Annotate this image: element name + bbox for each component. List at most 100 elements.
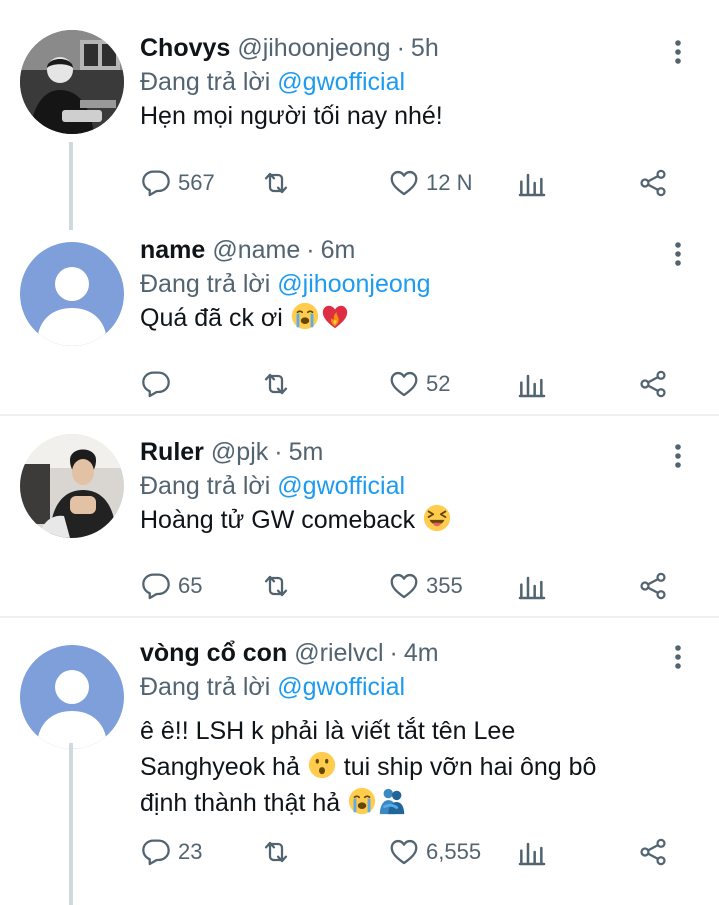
bar-chart-icon — [516, 836, 548, 868]
like-button[interactable]: 355 — [388, 568, 463, 604]
retweet-button[interactable] — [260, 165, 298, 201]
reply-context: Đang trả lời @gwofficial — [140, 670, 405, 704]
loudly-crying-face-icon — [290, 301, 320, 331]
avatar[interactable] — [20, 242, 124, 346]
reply-prefix: Đang trả lời — [140, 68, 271, 96]
tweet-text: Hoàng tử GW comeback — [140, 503, 700, 537]
tweet-text: Hẹn mọi người tối nay nhé! — [140, 99, 700, 133]
reply-mention-link[interactable]: @gwofficial — [277, 673, 405, 701]
views-button[interactable] — [516, 834, 548, 870]
separator-dot: · — [274, 438, 283, 466]
reply-button[interactable] — [140, 366, 178, 402]
like-count: 12 N — [426, 170, 473, 195]
views-button[interactable] — [516, 366, 548, 402]
display-name[interactable]: vòng cổ con — [140, 637, 287, 669]
retweet-icon — [260, 836, 292, 868]
tweet[interactable]: Ruler @pjk · 5m Đang trả lời @gwofficial… — [0, 434, 719, 616]
tweet-text-line: Sanghyeok hả tui ship vỡn hai ông bô — [140, 749, 700, 785]
reply-feed: Chovys @jihoonjeong · 5h Đang trả lời @g… — [0, 0, 719, 905]
timestamp[interactable]: 5h — [411, 32, 439, 64]
action-bar: 567 12 N — [140, 165, 680, 201]
user-handle[interactable]: @pjk — [211, 436, 268, 468]
tweet-text-fragment: định thành thật hả — [140, 789, 341, 817]
bar-chart-icon — [516, 570, 548, 602]
share-button[interactable] — [637, 366, 669, 402]
share-button[interactable] — [637, 834, 669, 870]
user-handle[interactable]: @name — [212, 234, 300, 266]
display-name[interactable]: name — [140, 234, 205, 266]
thread-line — [69, 743, 73, 905]
reply-count: 23 — [178, 839, 203, 864]
avatar[interactable] — [20, 30, 124, 134]
separator-dot: · — [389, 639, 398, 667]
avatar[interactable] — [20, 645, 124, 749]
more-options-icon[interactable] — [668, 38, 688, 66]
reply-button[interactable]: 23 — [140, 834, 202, 870]
avatar[interactable] — [20, 434, 124, 538]
display-name[interactable]: Chovys — [140, 32, 230, 64]
reply-icon — [140, 368, 172, 400]
share-icon — [637, 368, 669, 400]
like-button[interactable]: 12 N — [388, 165, 472, 201]
tweet[interactable]: name @name · 6m Đang trả lời @jihoonjeon… — [0, 232, 719, 414]
reply-button[interactable]: 65 — [140, 568, 202, 604]
retweet-button[interactable] — [260, 834, 298, 870]
retweet-button[interactable] — [260, 568, 298, 604]
reply-icon — [140, 570, 172, 602]
reply-context: Đang trả lời @gwofficial — [140, 65, 405, 99]
share-icon — [637, 570, 669, 602]
like-count: 52 — [426, 371, 451, 396]
action-bar: 52 — [140, 366, 680, 402]
reply-mention-link[interactable]: @gwofficial — [277, 68, 405, 96]
separator-dot: · — [396, 34, 405, 62]
tweet-divider — [0, 414, 719, 416]
reply-count: 567 — [178, 170, 215, 195]
heart-icon — [388, 167, 420, 199]
more-options-icon[interactable] — [668, 240, 688, 268]
like-button[interactable]: 6,555 — [388, 834, 481, 870]
timestamp[interactable]: 4m — [404, 637, 439, 669]
tweet-divider — [0, 616, 719, 618]
tweet-text-fragment: Sanghyeok hả — [140, 753, 300, 781]
tweet-text-content: Hoàng tử GW comeback — [140, 506, 416, 534]
tweet-header: Chovys @jihoonjeong · 5h — [140, 30, 439, 66]
reply-prefix: Đang trả lời — [140, 472, 271, 500]
tweet-text: Quá đã ck ơi — [140, 301, 700, 335]
share-icon — [637, 836, 669, 868]
views-button[interactable] — [516, 165, 548, 201]
timestamp[interactable]: 5m — [289, 436, 324, 468]
thread-line — [69, 142, 73, 230]
like-count: 6,555 — [426, 839, 482, 864]
tweet-header: name @name · 6m — [140, 232, 355, 268]
loudly-crying-face-icon — [347, 786, 377, 816]
squinting-face-with-tongue-icon — [422, 503, 452, 533]
hushed-face-icon — [307, 750, 337, 780]
share-icon — [637, 167, 669, 199]
reply-mention-link[interactable]: @gwofficial — [277, 472, 405, 500]
separator-dot: · — [306, 236, 315, 264]
heart-icon — [388, 368, 420, 400]
user-handle[interactable]: @rielvcl — [294, 637, 383, 669]
tweet-text-fragment: tui ship vỡn hai ông bô — [343, 753, 597, 781]
reply-mention-link[interactable]: @jihoonjeong — [277, 270, 430, 298]
retweet-icon — [260, 368, 292, 400]
heart-on-fire-icon — [320, 301, 350, 331]
more-options-icon[interactable] — [668, 442, 688, 470]
timestamp[interactable]: 6m — [321, 234, 356, 266]
display-name[interactable]: Ruler — [140, 436, 204, 468]
tweet-header: vòng cổ con @rielvcl · 4m — [140, 635, 439, 671]
tweet-text-content: Quá đã ck ơi — [140, 304, 283, 332]
share-button[interactable] — [637, 568, 669, 604]
more-options-icon[interactable] — [668, 643, 688, 671]
people-hugging-icon — [377, 786, 407, 816]
like-button[interactable]: 52 — [388, 366, 450, 402]
retweet-icon — [260, 167, 292, 199]
tweet[interactable]: vòng cổ con @rielvcl · 4m Đang trả lời @… — [0, 635, 719, 905]
reply-button[interactable]: 567 — [140, 165, 215, 201]
share-button[interactable] — [637, 165, 669, 201]
tweet[interactable]: Chovys @jihoonjeong · 5h Đang trả lời @g… — [0, 30, 719, 230]
tweet-text-content: Hẹn mọi người tối nay nhé! — [140, 102, 443, 130]
retweet-button[interactable] — [260, 366, 298, 402]
user-handle[interactable]: @jihoonjeong — [237, 32, 390, 64]
views-button[interactable] — [516, 568, 548, 604]
